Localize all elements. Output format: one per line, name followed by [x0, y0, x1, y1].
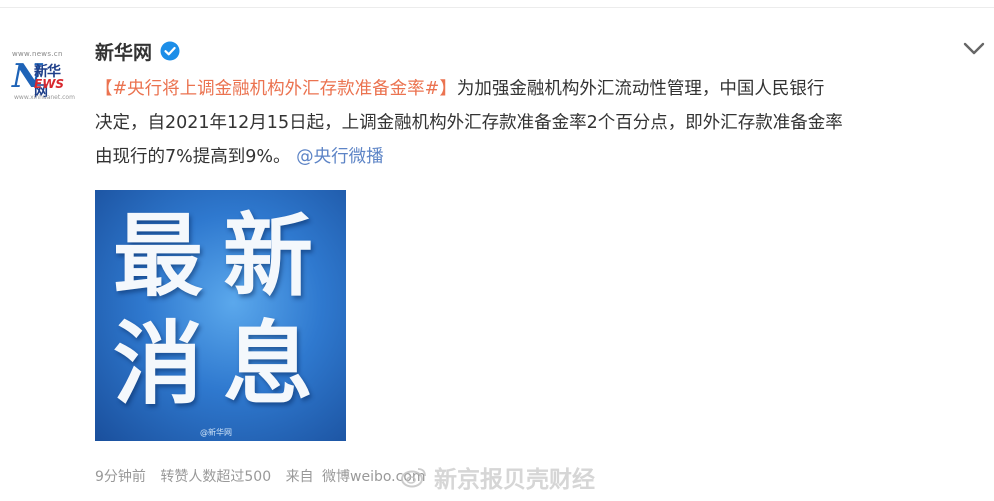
post-line-2: 决定，自2021年12月15日起，上调金融机构外汇存款准备金率2个百分点，即外汇… — [95, 113, 843, 133]
post-text: 【#央行将上调金融机构外汇存款准备金率#】为加强金融机构外汇流动性管理，中国人民… — [95, 72, 985, 174]
hashtag-link[interactable]: 【#央行将上调金融机构外汇存款准备金率#】 — [95, 79, 457, 99]
avatar[interactable]: www.news.cn N 新华网 EWS www.xinhuanet.com — [10, 43, 75, 105]
avatar-url-text: www.xinhuanet.com — [14, 94, 75, 101]
image-watermark: @新华网 — [200, 428, 232, 437]
image-word: 息 — [223, 312, 313, 417]
post-meta: 9分钟前 转赞人数超过500 来自 微博weibo.com — [95, 466, 436, 486]
image-word: 最 — [113, 204, 203, 309]
post-time[interactable]: 9分钟前 — [95, 469, 146, 485]
post-line-1: 【#央行将上调金融机构外汇存款准备金率#】为加强金融机构外汇流动性管理，中国人民… — [95, 72, 985, 106]
author-name[interactable]: 新华网 — [95, 38, 152, 65]
weibo-logo-icon — [401, 468, 426, 488]
repost-count: 转赞人数超过500 — [160, 469, 272, 485]
post-line-3: 由现行的7%提高到9%。 @央行微播 — [95, 140, 985, 174]
card-top-border — [0, 7, 994, 8]
image-word: 新 — [223, 204, 313, 309]
chevron-down-icon[interactable] — [962, 41, 986, 57]
verified-badge-icon — [160, 41, 180, 61]
avatar-ews-text: EWS — [34, 77, 65, 91]
author-row: 新华网 — [95, 38, 180, 64]
watermark-overlay: 新京报贝壳财经 — [400, 462, 595, 493]
image-word: 消 — [113, 312, 203, 417]
post-text-segment: 由现行的7%提高到9%。 — [95, 147, 291, 167]
watermark-text: 新京报贝壳财经 — [434, 467, 595, 493]
post-image[interactable]: 最 新 消 息 @新华网 — [95, 190, 346, 441]
post-text-segment: 为加强金融机构外汇流动性管理，中国人民银行 — [456, 79, 825, 99]
mention-link[interactable]: @央行微播 — [296, 147, 384, 167]
source-prefix: 来自 — [285, 469, 314, 485]
